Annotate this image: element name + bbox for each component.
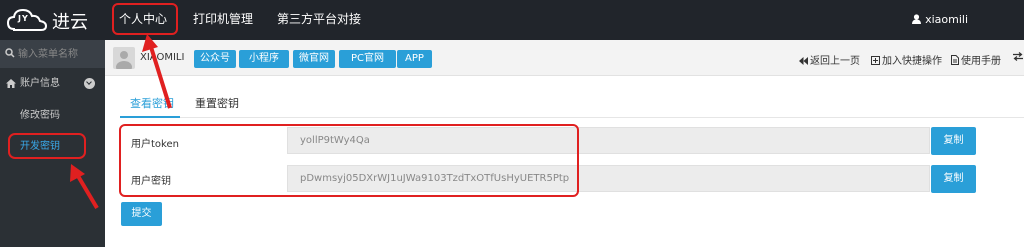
annotation-arrows bbox=[70, 34, 172, 210]
annotation-arrow-sidebar-icon bbox=[70, 164, 99, 210]
annotation-arrow-up-icon bbox=[142, 34, 172, 109]
